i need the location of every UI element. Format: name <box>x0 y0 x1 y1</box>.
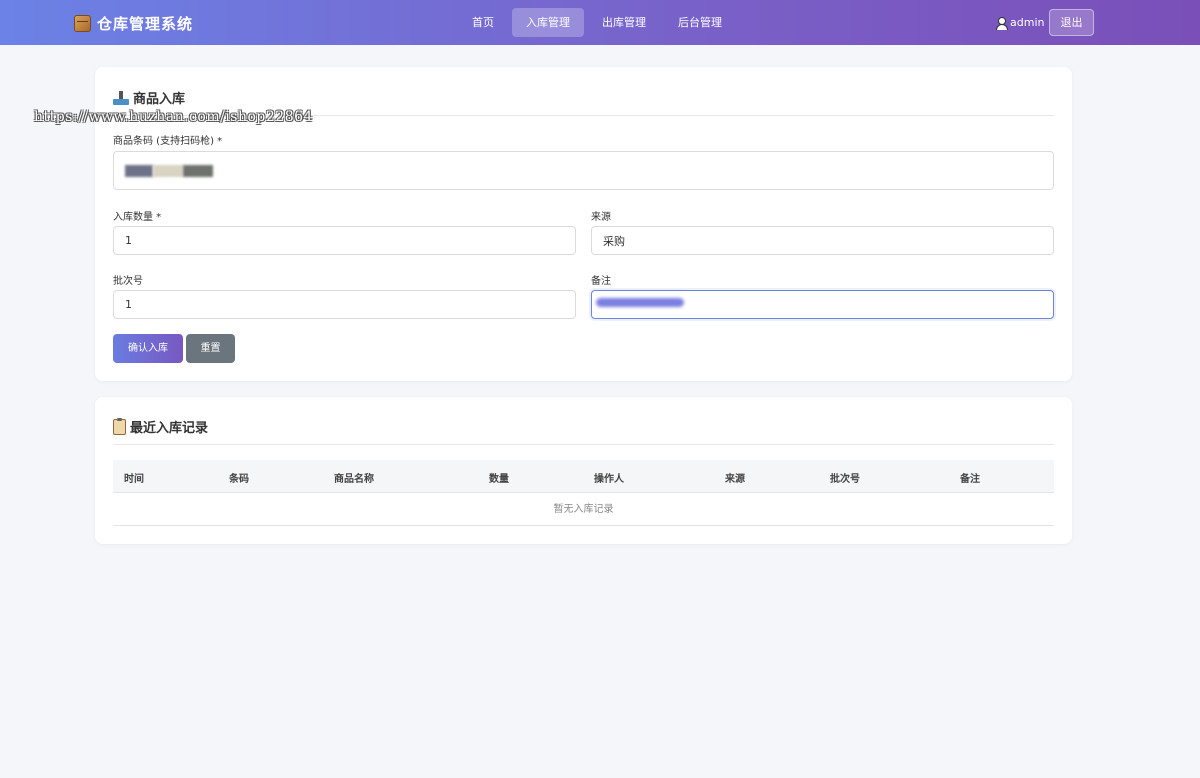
column-header-batch: 批次号 <box>830 474 860 485</box>
top-navbar: 仓库管理系统 首页 入库管理 出库管理 后台管理 admin 退出 <box>0 0 1200 45</box>
nav-outbound[interactable]: 出库管理 <box>588 8 660 37</box>
main-nav: 首页 入库管理 出库管理 后台管理 <box>458 8 740 37</box>
source-value: 采购 <box>603 234 625 248</box>
column-header-barcode: 条码 <box>229 474 249 485</box>
barcode-value-redacted <box>125 164 213 177</box>
box-icon <box>74 15 91 32</box>
nav-inbound[interactable]: 入库管理 <box>512 8 584 37</box>
records-title-text: 最近入库记录 <box>130 421 209 436</box>
barcode-input[interactable] <box>113 151 1054 190</box>
inbound-form-title: 商品入库 <box>113 88 185 107</box>
nav-home[interactable]: 首页 <box>458 8 508 37</box>
records-empty-row: 暂无入库记录 <box>113 493 1054 526</box>
watermark-text: https://www.huzhan.com/ishop22864 <box>34 109 313 125</box>
quantity-input[interactable]: 1 <box>113 226 576 255</box>
inbound-form-title-text: 商品入库 <box>133 92 186 107</box>
source-input[interactable]: 采购 <box>591 226 1054 255</box>
username: admin <box>1010 16 1045 29</box>
column-header-product-name: 商品名称 <box>334 474 374 485</box>
note-input[interactable] <box>591 290 1054 319</box>
quantity-label: 入库数量 * <box>113 212 162 223</box>
records-table-header: 时间 条码 商品名称 数量 操作人 来源 批次号 备注 <box>113 460 1054 493</box>
barcode-label: 商品条码 (支持扫码枪) * <box>113 136 223 147</box>
clipboard-icon <box>113 417 126 435</box>
divider <box>113 444 1054 445</box>
quantity-value: 1 <box>125 234 132 247</box>
note-label: 备注 <box>591 276 611 287</box>
user-icon <box>996 16 1008 30</box>
batch-label: 批次号 <box>113 276 143 287</box>
app-title: 仓库管理系统 <box>97 15 194 33</box>
reset-button[interactable]: 重置 <box>186 334 235 363</box>
column-header-quantity: 数量 <box>489 474 509 485</box>
batch-value: 1 <box>125 298 132 311</box>
inbox-tray-icon <box>113 90 129 106</box>
column-header-time: 时间 <box>124 474 144 485</box>
recent-records-card: 最近入库记录 时间 条码 商品名称 数量 操作人 来源 批次号 备注 暂无入库记… <box>95 397 1072 544</box>
confirm-inbound-button[interactable]: 确认入库 <box>113 334 183 363</box>
column-header-note: 备注 <box>960 474 980 485</box>
batch-input[interactable]: 1 <box>113 290 576 319</box>
logout-button[interactable]: 退出 <box>1049 9 1094 36</box>
column-header-operator: 操作人 <box>594 474 624 485</box>
user-info: admin <box>996 16 1045 30</box>
app-logo[interactable]: 仓库管理系统 <box>74 13 193 34</box>
column-header-source: 来源 <box>725 474 745 485</box>
source-label: 来源 <box>591 212 611 223</box>
note-value-redacted <box>596 298 684 307</box>
records-title: 最近入库记录 <box>113 417 208 436</box>
nav-admin[interactable]: 后台管理 <box>664 8 736 37</box>
